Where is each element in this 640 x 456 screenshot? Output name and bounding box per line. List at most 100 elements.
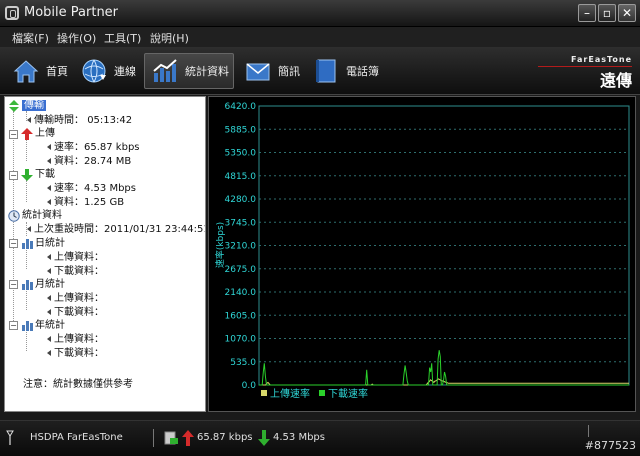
tree-daily-upload: 上傳資料： — [47, 251, 104, 264]
close-button[interactable]: ✕ — [618, 4, 636, 22]
tree-guide-line — [26, 247, 27, 269]
status-divider — [153, 429, 154, 447]
upload-arrow-icon — [21, 128, 33, 140]
leaf-arrow-icon — [47, 309, 51, 315]
tree-transfer-label: 傳輸 — [22, 100, 46, 111]
statistics-tree: 傳輸 傳輸時間： 05:13:42 − 上傳 速率：65.87 kbps 資料：… — [4, 96, 206, 412]
menu-help[interactable]: 說明(H) — [150, 30, 189, 46]
tree-last-reset: 上次重設時間：2011/01/31 23:44:51 — [27, 223, 206, 236]
title-bar: Mobile Partner – ▫ ✕ — [0, 0, 640, 27]
toolbar-sms-label: 簡訊 — [278, 65, 300, 78]
toolbar-home-button[interactable]: 首頁 — [6, 53, 70, 89]
upload-rate-value: 65.87 kbps — [84, 142, 140, 153]
tree-statistics[interactable]: 統計資料 — [22, 209, 62, 222]
leaf-arrow-icon — [47, 350, 51, 356]
y-tick-label: 2140.0 — [225, 288, 257, 298]
y-tick-label: 1605.0 — [225, 311, 257, 321]
collapse-yearly-toggle[interactable]: − — [9, 321, 18, 330]
download-arrow-icon — [258, 430, 270, 446]
toolbar-sms-button[interactable]: 簡訊 — [238, 53, 302, 89]
toolbar-statistics-label: 統計資料 — [185, 65, 229, 78]
tree-yearly-upload: 上傳資料： — [47, 333, 104, 346]
tree-monthly[interactable]: 月統計 — [35, 278, 65, 291]
y-tick-label: 5885.0 — [225, 125, 257, 135]
transfer-time-value: 05:13:42 — [87, 115, 133, 126]
app-icon — [5, 6, 19, 20]
last-reset-value: 2011/01/31 23:44:51 — [104, 224, 206, 235]
brand-chinese: 遠傳 — [599, 71, 632, 90]
main-toolbar: 首頁 連線 統計資料 簡訊 電話簿 FarEasTone 遠傳 — [0, 47, 640, 95]
y-tick-label: 3745.0 — [225, 218, 257, 228]
toolbar-connect-label: 連線 — [114, 65, 136, 78]
y-tick-label: 3210.0 — [225, 242, 257, 252]
status-divider — [588, 425, 589, 437]
signal-antenna-icon — [6, 430, 14, 446]
leaf-arrow-icon — [47, 185, 51, 191]
chart-grid — [259, 128, 629, 363]
tree-download-rate: 速率：4.53 Mbps — [47, 182, 136, 195]
tree-transfer[interactable]: 傳輸 — [22, 99, 46, 112]
tree-upload[interactable]: 上傳 — [35, 127, 55, 140]
tree-guide-line — [26, 139, 27, 161]
leaf-arrow-icon — [27, 117, 31, 123]
throughput-chart: 6420.0 5885.0 5350.0 4815.0 4280.0 3745.0 3210… — [214, 102, 630, 400]
y-tick-label: 2675.0 — [225, 265, 257, 275]
daily-download-label: 下載資料： — [54, 266, 104, 277]
y-axis-label: 速率(kbps) — [214, 222, 226, 268]
upload-data-value: 28.74 MB — [84, 156, 132, 167]
status-upload-rate: 65.87 kbps — [197, 432, 253, 443]
menu-file[interactable]: 檔案(F) — [12, 30, 49, 46]
globe-connect-icon — [80, 57, 108, 85]
download-rate-value: 4.53 Mbps — [84, 183, 136, 194]
maximize-button[interactable]: ▫ — [598, 4, 616, 22]
tree-download[interactable]: 下載 — [35, 168, 55, 181]
envelope-icon — [244, 57, 272, 85]
y-tick-label: 0.0 — [242, 381, 257, 391]
leaf-arrow-icon — [47, 295, 51, 301]
collapse-download-toggle[interactable]: − — [9, 171, 18, 180]
y-tick-label: 6420.0 — [225, 102, 257, 112]
download-data-label: 資料： — [54, 197, 84, 208]
tree-yearly[interactable]: 年統計 — [35, 319, 65, 332]
y-axis-ticks: 6420.0 5885.0 5350.0 4815.0 4280.0 3745.0 3210… — [225, 102, 257, 391]
toolbar-phonebook-button[interactable]: 電話簿 — [306, 53, 388, 89]
y-tick-label: 4280.0 — [225, 195, 257, 205]
tree-transfer-time: 傳輸時間： 05:13:42 — [27, 114, 132, 127]
leaf-arrow-icon — [47, 144, 51, 150]
upload-rate-label: 速率： — [54, 142, 84, 153]
window-title: Mobile Partner — [24, 5, 119, 20]
legend-upload-label: 上傳速率 — [270, 387, 310, 400]
transfer-updown-icon — [8, 100, 20, 112]
y-tick-label: 5350.0 — [225, 149, 257, 159]
tree-upload-rate: 速率：65.87 kbps — [47, 141, 140, 154]
chart-series — [259, 350, 629, 386]
tree-daily[interactable]: 日統計 — [35, 237, 65, 250]
upload-status-icon — [164, 430, 180, 446]
download-rate-series — [259, 350, 629, 386]
download-arrow-icon — [21, 169, 33, 181]
minimize-button[interactable]: – — [578, 4, 596, 22]
collapse-upload-toggle[interactable]: − — [9, 130, 18, 139]
tree-guide-line — [26, 180, 27, 202]
toolbar-connect-button[interactable]: 連線 — [74, 53, 140, 89]
toolbar-phonebook-label: 電話簿 — [346, 65, 379, 78]
tree-daily-download: 下載資料： — [47, 265, 104, 278]
phonebook-icon — [312, 57, 340, 85]
menu-operation[interactable]: 操作(O) — [57, 30, 96, 46]
download-rate-label: 速率： — [54, 183, 84, 194]
bar-chart-icon — [21, 319, 33, 331]
chart-legend: 上傳速率 下載速率 — [261, 387, 368, 400]
menu-tools[interactable]: 工具(T) — [104, 30, 141, 46]
legend-swatch — [261, 390, 267, 396]
brand-name: FarEasTone — [571, 55, 632, 64]
leaf-arrow-icon — [47, 158, 51, 164]
y-tick-label: 1070.0 — [225, 335, 257, 345]
leaf-arrow-icon — [47, 268, 51, 274]
collapse-daily-toggle[interactable]: − — [9, 239, 18, 248]
collapse-monthly-toggle[interactable]: − — [9, 280, 18, 289]
last-reset-label: 上次重設時間： — [34, 224, 104, 235]
tree-upload-data: 資料：28.74 MB — [47, 155, 131, 168]
toolbar-statistics-button[interactable]: 統計資料 — [144, 53, 234, 89]
tree-guide-line — [26, 288, 27, 310]
network-status: HSDPA FarEasTone — [30, 432, 123, 443]
